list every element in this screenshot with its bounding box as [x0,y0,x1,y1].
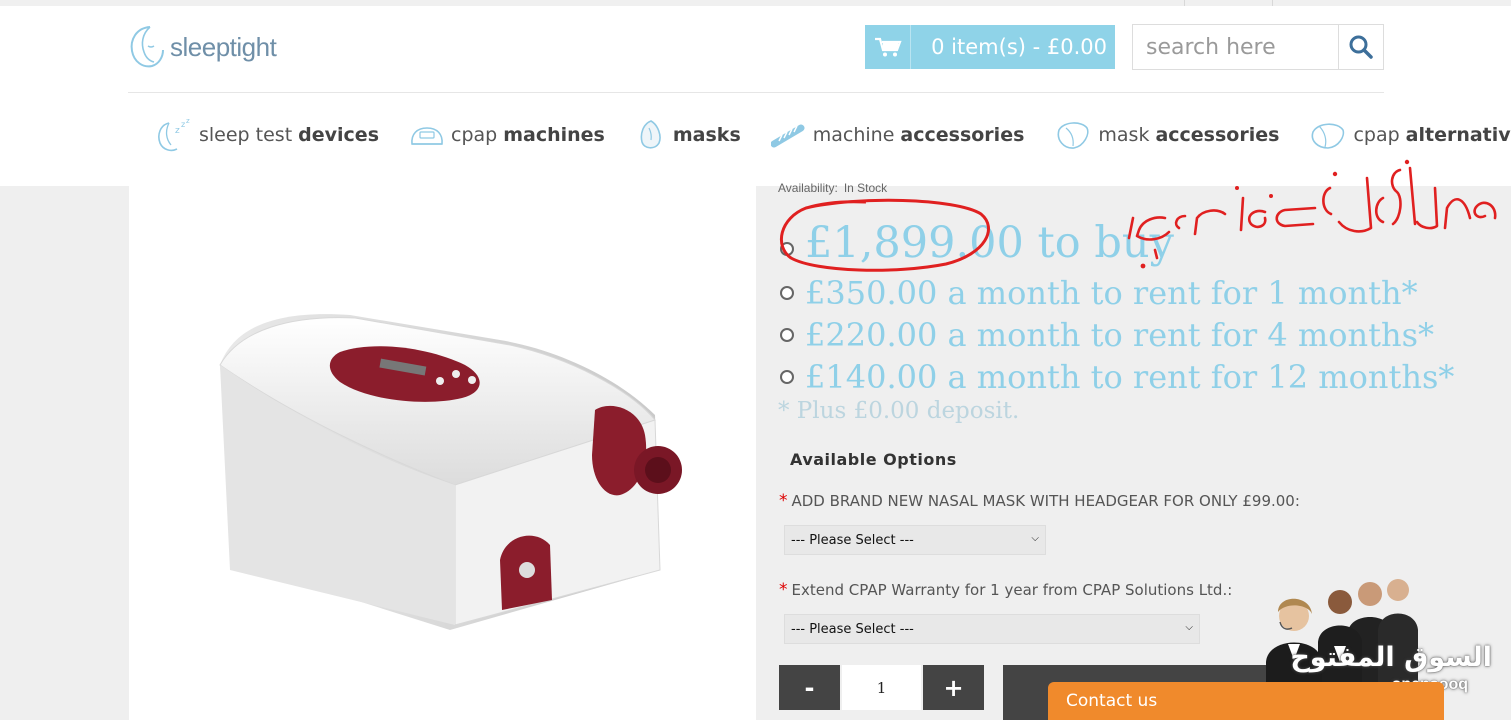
nasal-mask-select[interactable]: --- Please Select --- ⌵ [784,525,1046,555]
handwritten-annotation [1127,159,1497,269]
cpap-device-icon [411,127,443,145]
watermark-arabic: السوق المفتوح [1290,642,1492,673]
availability-label: Availability: [778,181,838,195]
cpap-machine-image[interactable] [200,270,700,660]
nav-item-machine-accessories[interactable]: machine accessories [770,120,1025,150]
red-circle-annotation [780,198,990,272]
svg-text:z: z [175,126,180,136]
svg-text:z: z [186,117,190,125]
nav-label-light: sleep test [199,124,293,146]
shopping-cart-icon [865,25,911,69]
quantity-decrease-button[interactable]: - [779,665,840,710]
required-asterisk: * [779,491,788,511]
nav-item-sleep-test-devices[interactable]: z z z sleep test devices [155,117,379,153]
option-label-warranty: * Extend CPAP Warranty for 1 year from CP… [779,580,1232,600]
deposit-note: * Plus £0.00 deposit. [778,398,1020,424]
chevron-down-icon: ⌵ [1031,533,1039,544]
main-navigation: z z z sleep test devices cpap machines m… [155,112,1511,158]
search-button[interactable] [1338,25,1383,69]
option-label-text: Extend CPAP Warranty for 1 year from CPA… [791,581,1233,599]
nav-label-light: machine [812,124,895,146]
nav-label-light: cpap [1353,124,1400,146]
nav-label-bold: accessories [1155,124,1280,146]
mask-icon [640,120,661,149]
available-options-title: Available Options [790,450,957,469]
required-asterisk: * [779,580,788,600]
nav-item-cpap-machines[interactable]: cpap machines [409,120,605,150]
option-label-text: ADD BRAND NEW NASAL MASK WITH HEADGEAR F… [791,492,1300,510]
quantity-input[interactable] [842,665,921,710]
price-option-rent-1-month[interactable]: £350.00 a month to rent for 1 month* [780,274,1418,312]
tube-icon [770,124,805,148]
nav-item-mask-accessories[interactable]: mask accessories [1054,118,1279,152]
nav-label-bold: alternative [1405,124,1511,146]
svg-text:z: z [181,120,185,129]
nav-label-bold: masks [672,124,741,146]
contact-us-label: Contact us [1066,691,1158,711]
header-divider [128,92,1384,93]
radio-button[interactable] [780,370,794,384]
option-label-nasal-mask: * ADD BRAND NEW NASAL MASK WITH HEADGEAR … [779,491,1300,511]
mask-accessory-icon [1057,122,1089,149]
utility-divider [1272,0,1273,6]
price-text: £350.00 a month to rent for 1 month* [805,274,1418,312]
sleep-z-icon: z z z [158,117,190,152]
nav-label-bold: devices [298,124,379,146]
nav-label-light: cpap [451,124,498,146]
chevron-down-icon: ⌵ [1185,622,1193,633]
radio-button[interactable] [780,286,794,300]
cart-summary: 0 item(s) - £0.00 [931,35,1107,59]
nav-label-bold: machines [503,124,605,146]
alternative-icon [1312,123,1345,149]
price-text: £140.00 a month to rent for 12 months* [805,358,1455,396]
site-logo[interactable]: sleeptight [128,24,277,70]
nav-item-masks[interactable]: masks [635,118,741,152]
nav-item-cpap-alternative[interactable]: cpap alternative [1309,118,1511,152]
utility-divider [1184,0,1185,6]
logo-text: sleeptight [170,31,277,62]
logo-face-icon [130,26,164,68]
price-option-rent-12-months[interactable]: £140.00 a month to rent for 12 months* [780,358,1454,396]
top-utility-strip [0,0,1511,6]
availability-value: In Stock [843,181,888,195]
nav-label-bold: accessories [900,124,1025,146]
warranty-select[interactable]: --- Please Select --- ⌵ [784,614,1200,644]
select-value: --- Please Select --- [791,621,914,637]
price-text: £220.00 a month to rent for 4 months* [805,316,1434,354]
quantity-increase-button[interactable]: + [923,665,984,710]
search-input[interactable] [1133,25,1338,69]
price-option-rent-4-months[interactable]: £220.00 a month to rent for 4 months* [780,316,1434,354]
cart-button[interactable]: 0 item(s) - £0.00 [865,25,1115,69]
search-icon [1349,35,1373,59]
contact-us-tab[interactable]: Contact us [1048,682,1444,720]
radio-button[interactable] [780,328,794,342]
search-box [1132,24,1384,70]
nav-label-light: mask [1098,124,1150,146]
select-value: --- Please Select --- [791,532,914,548]
availability: Availability: In Stock [778,181,887,195]
